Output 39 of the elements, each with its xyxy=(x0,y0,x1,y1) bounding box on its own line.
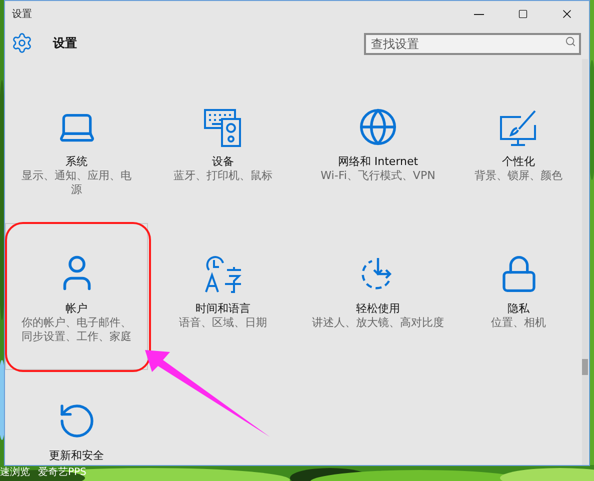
keyboard-speaker-icon xyxy=(204,109,242,147)
tile-title: 系统 xyxy=(66,155,88,169)
clock-letter-icon xyxy=(203,254,243,294)
tile-title: 个性化 xyxy=(502,155,535,169)
tile-title: 更新和安全 xyxy=(49,449,104,463)
window-title: 设置 xyxy=(12,8,32,22)
tile-title: 设备 xyxy=(212,155,234,169)
tile-description: 背景、锁屏、颜色 xyxy=(474,169,562,183)
tile-description: 显示、通知、应用、电源 xyxy=(20,169,132,197)
tile-title: 网络和 Internet xyxy=(338,155,418,169)
tile-description: 你的帐户、电子邮件、同步设置、工作、家庭 xyxy=(20,316,132,344)
page-title: 设置 xyxy=(53,35,77,52)
tile-description: 讲述人、放大镜、高对比度 xyxy=(312,316,444,330)
close-icon xyxy=(560,7,574,21)
settings-tile[interactable]: 设备 蓝牙、打印机、鼠标 xyxy=(148,76,298,223)
settings-tile[interactable]: 网络和 Internet Wi-Fi、飞行模式、VPN xyxy=(298,76,458,223)
settings-tile[interactable]: 帐户 你的帐户、电子邮件、同步设置、工作、家庭 xyxy=(5,223,148,370)
search-icon xyxy=(565,36,576,47)
tile-title: 隐私 xyxy=(508,302,530,316)
settings-tile[interactable]: 系统 显示、通知、应用、电源 xyxy=(5,76,148,223)
scrollbar-thumb[interactable] xyxy=(582,359,588,375)
monitor-brush-icon xyxy=(498,109,538,147)
tile-description: Wi-Fi、飞行模式、VPN xyxy=(320,169,436,183)
tile-title: 帐户 xyxy=(66,302,88,316)
settings-tile[interactable]: 个性化 背景、锁屏、颜色 xyxy=(458,76,579,223)
tile-description: 蓝牙、打印机、鼠标 xyxy=(174,169,272,183)
settings-tile[interactable]: 轻松使用 讲述人、放大镜、高对比度 xyxy=(298,223,458,370)
settings-tile[interactable]: 更新和安全 xyxy=(5,370,148,465)
settings-tile[interactable]: 隐私 位置、相机 xyxy=(458,223,579,370)
settings-icon xyxy=(11,32,33,54)
settings-tile[interactable]: 时间和语言 语音、区域、日期 xyxy=(148,223,298,370)
maximize-icon xyxy=(518,9,528,19)
scrollbar[interactable] xyxy=(582,59,588,465)
globe-icon xyxy=(358,107,398,147)
tile-title: 时间和语言 xyxy=(196,302,250,316)
tile-description: 位置、相机 xyxy=(491,316,546,330)
tile-description: 语音、区域、日期 xyxy=(179,316,267,330)
search-field[interactable]: 查找设置 xyxy=(364,33,581,55)
tile-title: 轻松使用 xyxy=(356,302,400,316)
